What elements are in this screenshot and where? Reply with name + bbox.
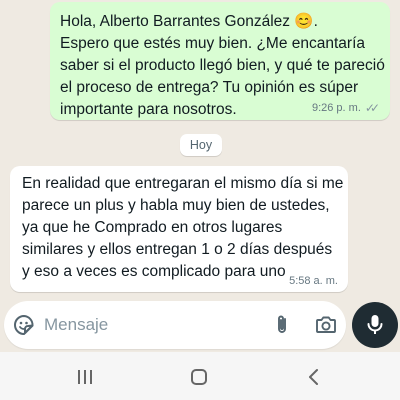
camera-icon[interactable]: [314, 313, 338, 337]
microphone-icon: [367, 315, 383, 334]
incoming-message-text: En realidad que entregaran el mismo día …: [22, 175, 348, 280]
back-icon[interactable]: [305, 367, 323, 387]
home-icon[interactable]: [189, 368, 209, 386]
outgoing-message[interactable]: Hola, Alberto Barrantes González 😊. Espe…: [50, 2, 390, 120]
message-composer[interactable]: Mensaje: [4, 301, 346, 349]
recents-icon[interactable]: [75, 368, 95, 386]
incoming-time: 5:58 a. m.: [289, 275, 338, 287]
outgoing-time: 9:26 p. m.: [311, 102, 361, 114]
sticker-emoji-icon[interactable]: [12, 313, 36, 337]
paperclip-icon[interactable]: [270, 313, 294, 337]
system-navigation-bar: [0, 352, 400, 400]
message-input[interactable]: Mensaje: [44, 315, 108, 335]
microphone-button[interactable]: [352, 302, 398, 348]
outgoing-meta: 9:26 p. m. ✓✓: [312, 101, 380, 115]
smiley-emoji-icon: 😊: [294, 13, 314, 30]
outgoing-greeting-end: .: [313, 13, 318, 30]
outgoing-greeting: Hola, Alberto Barrantes González: [60, 13, 295, 30]
incoming-message[interactable]: En realidad que entregaran el mismo día …: [10, 166, 348, 292]
double-check-icon: ✓✓: [364, 101, 380, 115]
day-separator: Hoy: [180, 134, 222, 156]
